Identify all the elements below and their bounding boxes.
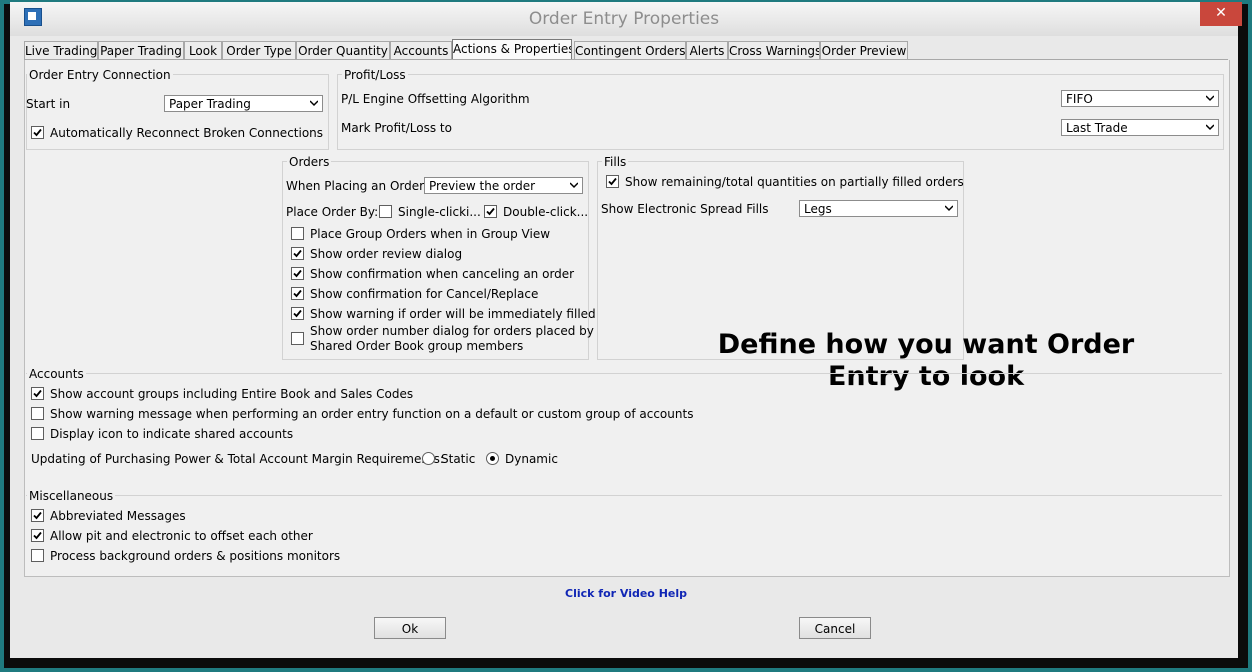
orders-legend: Orders [287,155,332,169]
profit-loss-legend: Profit/Loss [342,68,408,82]
when-placing-label: When Placing an Order [286,179,425,193]
tab-order-quantity[interactable]: Order Quantity [296,41,390,60]
group-warning-checkbox[interactable] [31,407,44,420]
tab-cross-warnings[interactable]: Cross Warnings [728,41,820,60]
background-monitors-checkbox[interactable] [31,549,44,562]
replace-confirm-label: Show confirmation for Cancel/Replace [310,287,539,301]
shared-book-label-line2: Shared Order Book group members [310,339,524,353]
tab-order-type[interactable]: Order Type [222,41,296,60]
remaining-checkbox[interactable] [606,175,619,188]
background-monitors-label: Process background orders & positions mo… [50,549,341,563]
single-click-label: Single-clicki... [398,205,481,219]
checkmark-icon [486,207,495,216]
chevron-down-icon [570,182,578,189]
start-in-select[interactable]: Paper Trading [164,95,323,112]
review-dialog-label: Show order review dialog [310,247,463,261]
fill-warning-label: Show warning if order will be immediatel… [310,307,596,321]
title-bar[interactable]: Order Entry Properties ✕ [10,2,1242,36]
double-click-checkbox[interactable] [484,205,497,218]
tab-accounts[interactable]: Accounts [390,41,452,60]
remaining-label: Show remaining/total quantities on parti… [625,175,964,189]
updating-label: Updating of Purchasing Power & Total Acc… [31,452,444,466]
checkmark-icon [33,389,42,398]
spread-label: Show Electronic Spread Fills [601,202,769,216]
checkmark-icon [33,511,42,520]
group-orders-checkbox[interactable] [291,227,304,240]
radio-selected-dot [490,456,495,461]
tab-actions-properties[interactable]: Actions & Properties [452,39,572,61]
engine-select[interactable]: FIFO [1061,90,1219,107]
tab-order-preview[interactable]: Order Preview [820,41,908,60]
tab-alerts[interactable]: Alerts [686,41,728,60]
abbreviated-checkbox[interactable] [31,509,44,522]
reconnect-checkbox[interactable] [31,126,44,139]
dynamic-label: Dynamic [505,452,558,466]
engine-label: P/L Engine Offsetting Algorithm [341,92,530,106]
when-placing-value: Preview the order [429,179,536,193]
connection-legend: Order Entry Connection [27,68,173,82]
accounts-legend: Accounts [27,367,86,381]
window-title: Order Entry Properties [528,9,720,29]
dynamic-radio[interactable] [486,452,499,465]
tab-look[interactable]: Look [184,41,222,60]
group-orders-label: Place Group Orders when in Group View [310,227,551,241]
checkmark-icon [293,309,302,318]
shared-icon-label: Display icon to indicate shared accounts [50,427,294,441]
checkmark-icon [608,177,617,186]
fills-legend: Fills [602,155,629,169]
cancel-confirm-checkbox[interactable] [291,267,304,280]
pit-offset-label: Allow pit and electronic to offset each … [50,529,313,543]
spread-value: Legs [804,202,832,216]
checkmark-icon [33,128,42,137]
checkmark-icon [33,531,42,540]
start-in-value: Paper Trading [169,97,251,111]
account-groups-label: Show account groups including Entire Boo… [50,387,414,401]
place-by-label: Place Order By: [286,205,379,219]
chevron-down-icon [310,100,318,107]
pit-offset-checkbox[interactable] [31,529,44,542]
start-in-label: Start in [26,97,71,111]
static-radio[interactable] [422,452,435,465]
chevron-down-icon [1206,124,1214,131]
chevron-down-icon [1206,95,1214,102]
engine-value: FIFO [1066,92,1093,106]
tab-paper-trading[interactable]: Paper Trading [98,41,184,60]
static-label: Static [441,452,476,466]
account-groups-checkbox[interactable] [31,387,44,400]
checkmark-icon [293,249,302,258]
shared-icon-checkbox[interactable] [31,427,44,440]
checkmark-icon [293,289,302,298]
cancel-confirm-label: Show confirmation when canceling an orde… [310,267,575,281]
review-dialog-checkbox[interactable] [291,247,304,260]
cancel-button[interactable]: Cancel [799,617,871,639]
shared-book-checkbox[interactable] [291,332,304,345]
when-placing-select[interactable]: Preview the order [424,177,583,194]
spread-select[interactable]: Legs [799,200,958,217]
single-click-checkbox[interactable] [379,205,392,218]
shared-book-label-line1: Show order number dialog for orders plac… [310,324,594,338]
overlay-line-1: Define how you want Order [717,329,1135,360]
close-button[interactable]: ✕ [1200,2,1242,26]
mark-select[interactable]: Last Trade [1061,119,1219,136]
abbreviated-label: Abbreviated Messages [50,509,186,523]
tab-live-trading[interactable]: Live Trading [24,41,98,60]
misc-legend: Miscellaneous [27,489,116,503]
mark-value: Last Trade [1066,121,1128,135]
tab-contingent-orders[interactable]: Contingent Orders [574,41,686,60]
mark-label: Mark Profit/Loss to [341,121,452,135]
replace-confirm-checkbox[interactable] [291,287,304,300]
profit-loss-group [337,74,1224,150]
checkmark-icon [293,269,302,278]
double-click-label: Double-click... [503,205,589,219]
reconnect-label: Automatically Reconnect Broken Connectio… [50,126,324,140]
chevron-down-icon [945,205,953,212]
group-warning-label: Show warning message when performing an … [50,407,694,421]
fill-warning-checkbox[interactable] [291,307,304,320]
video-help-link[interactable]: Click for Video Help [0,587,1252,600]
ok-button[interactable]: Ok [374,617,446,639]
